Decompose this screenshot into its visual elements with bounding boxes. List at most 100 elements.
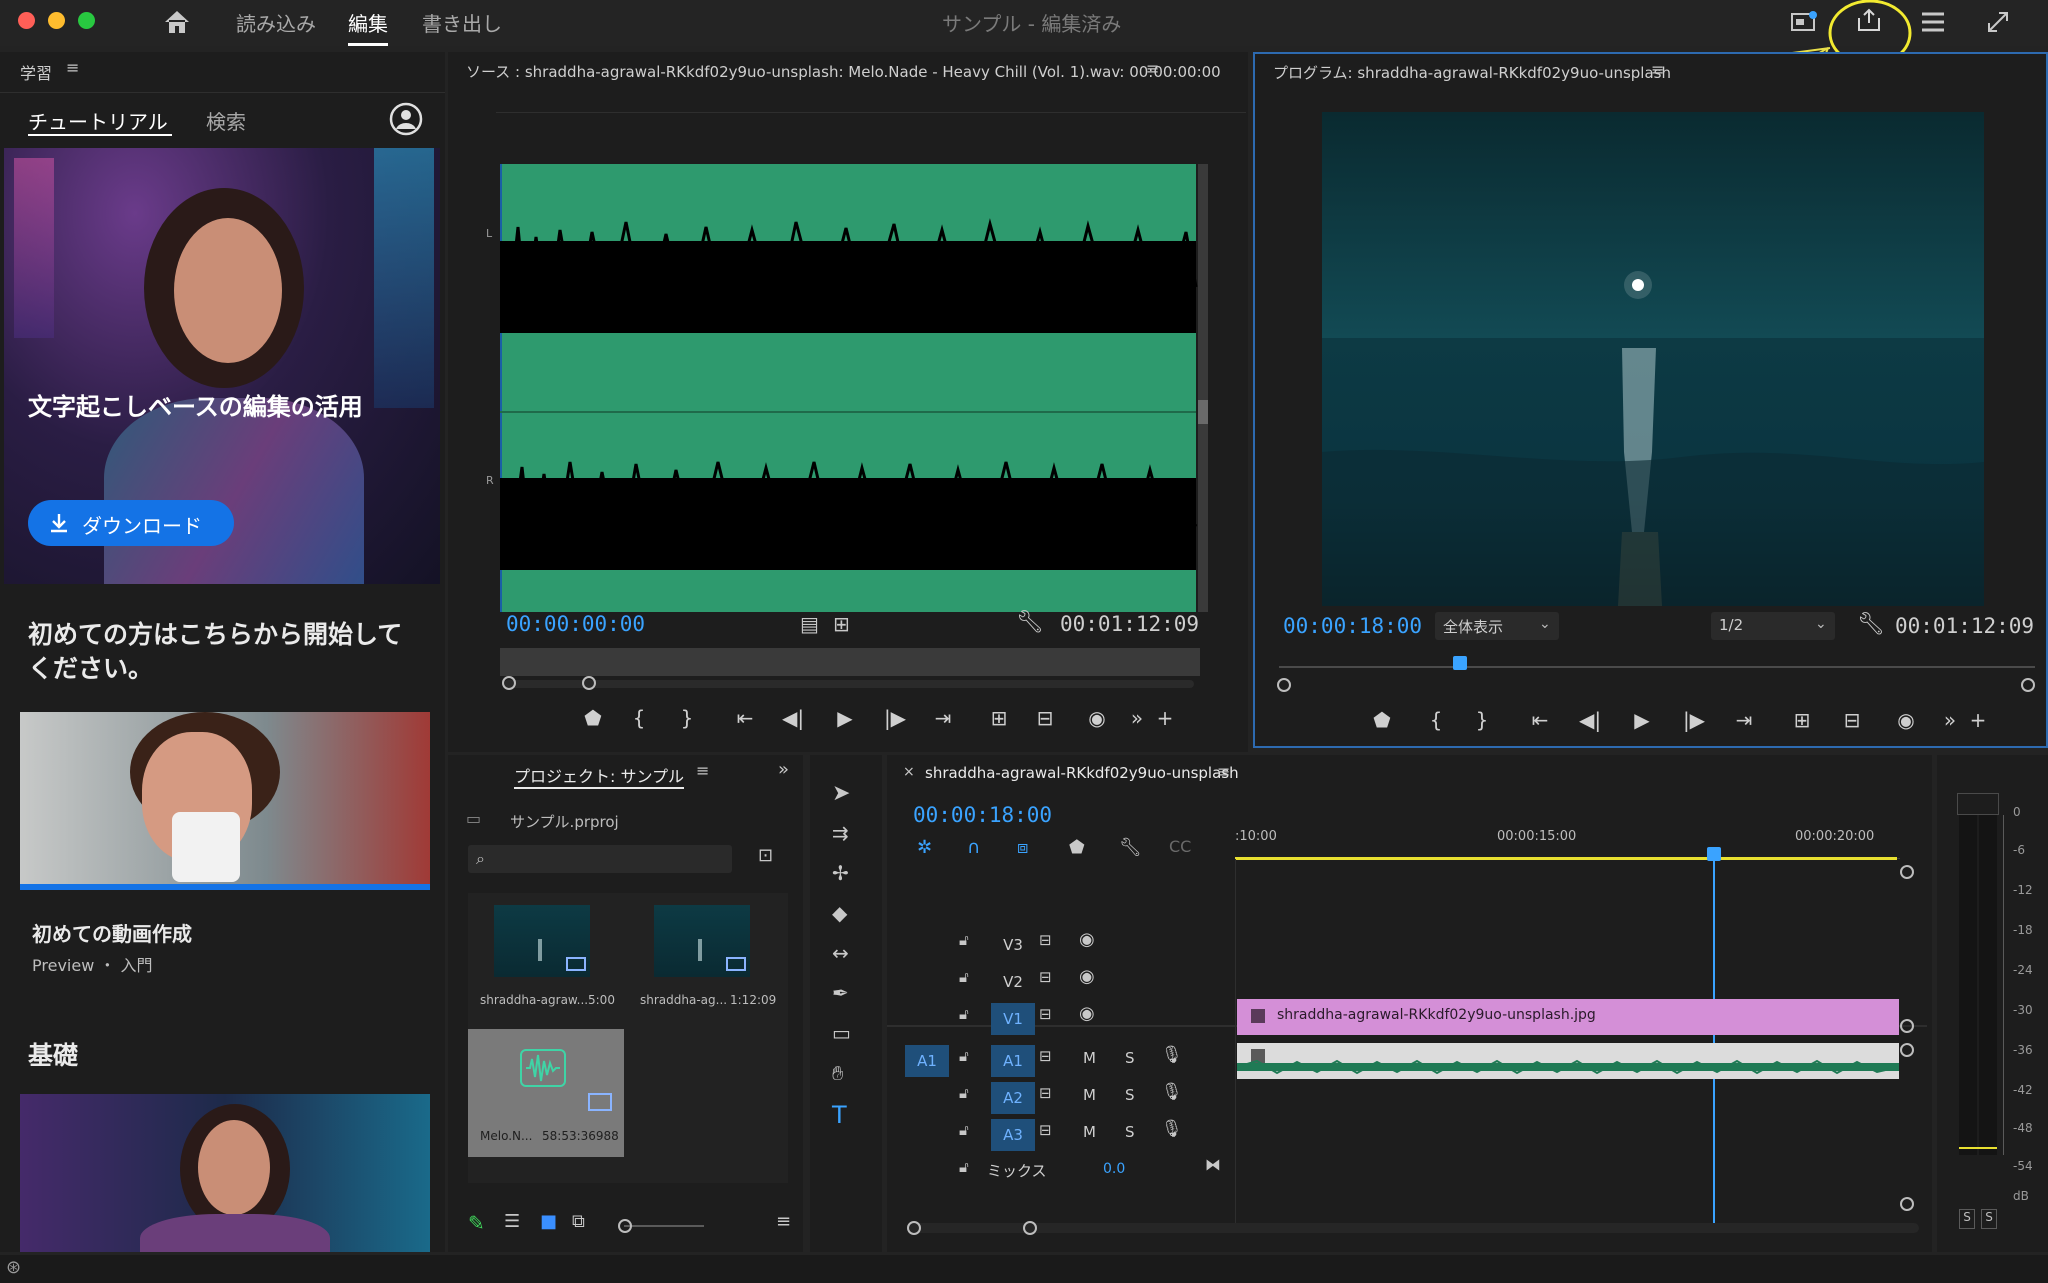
- home-icon[interactable]: [162, 9, 192, 35]
- solo-button[interactable]: S: [1125, 1086, 1135, 1104]
- more-controls-icon[interactable]: »: [1935, 708, 1965, 732]
- project-item-selected[interactable]: Melo.N... 58:53:36988: [468, 1029, 624, 1157]
- microphone-icon[interactable]: 🎙︎: [1161, 1047, 1183, 1064]
- razor-tool-icon[interactable]: ◆: [832, 903, 847, 923]
- zoom-handle-right[interactable]: [2021, 678, 2035, 692]
- pencil-icon[interactable]: ✎: [468, 1213, 485, 1233]
- rectangle-tool-icon[interactable]: ▭: [832, 1023, 851, 1043]
- basics-card-thumbnail[interactable]: [20, 1094, 430, 1252]
- program-time-ruler[interactable]: [1279, 666, 2035, 668]
- mix-value[interactable]: 0.0: [1103, 1161, 1125, 1177]
- fullscreen-icon[interactable]: [1985, 9, 2011, 35]
- zoom-slider[interactable]: [624, 1225, 704, 1227]
- track-a3-label[interactable]: A3: [991, 1119, 1035, 1151]
- video-clip[interactable]: shraddha-agrawal-RKkdf02y9uo-unsplash.jp…: [1237, 999, 1899, 1035]
- solo-button[interactable]: S: [1125, 1123, 1135, 1141]
- source-zoom-scrollbar[interactable]: [504, 680, 1194, 688]
- zoom-window-button[interactable]: [78, 12, 95, 29]
- zoom-slider-thumb[interactable]: [618, 1219, 632, 1233]
- go-to-out-button[interactable]: ⇥: [928, 706, 958, 730]
- track-v3-label[interactable]: V3: [991, 929, 1035, 961]
- lock-icon[interactable]: 🔓︎: [959, 1086, 969, 1101]
- mix-keyframe-icon[interactable]: ⧓: [1205, 1157, 1221, 1173]
- eye-icon[interactable]: ◉: [1079, 1005, 1095, 1023]
- selection-tool-icon[interactable]: ➤: [832, 783, 850, 805]
- vertical-scroll-handle[interactable]: [1900, 1043, 1914, 1057]
- track-v1-label[interactable]: V1: [991, 1003, 1035, 1035]
- panel-menu-icon[interactable]: ≡: [1651, 62, 1664, 78]
- go-to-in-button[interactable]: ⇤: [730, 706, 760, 730]
- mark-in-button[interactable]: {: [1421, 708, 1451, 732]
- sync-lock-icon[interactable]: ⊟: [1039, 1086, 1052, 1101]
- ripple-edit-tool-icon[interactable]: ✢: [832, 863, 849, 883]
- hero-video-thumbnail[interactable]: 文字起こしベースの編集の活用 ダウンロード: [4, 148, 440, 584]
- mute-button[interactable]: M: [1083, 1086, 1096, 1104]
- settings-wrench-icon[interactable]: 🔧︎: [1857, 614, 1885, 636]
- mark-out-button[interactable]: }: [672, 706, 702, 730]
- mute-button[interactable]: M: [1083, 1049, 1096, 1067]
- step-forward-button[interactable]: |▶: [1679, 708, 1709, 732]
- export-frame-icon[interactable]: ◉: [1891, 708, 1921, 732]
- program-timecode-current[interactable]: 00:00:18:00: [1283, 614, 1422, 638]
- zoom-level-select[interactable]: 全体表示 ⌄: [1435, 612, 1559, 640]
- close-window-button[interactable]: [18, 12, 35, 29]
- freeform-view-icon[interactable]: ⧉: [572, 1213, 585, 1231]
- panel-menu-icon[interactable]: ≡: [1217, 764, 1230, 780]
- add-marker-button[interactable]: ⬟: [1367, 708, 1397, 732]
- list-view-icon[interactable]: ☰: [504, 1213, 520, 1231]
- go-to-out-button[interactable]: ⇥: [1729, 708, 1759, 732]
- project-item-thumbnail[interactable]: [494, 905, 590, 977]
- vertical-scroll-handle[interactable]: [1900, 1019, 1914, 1033]
- mark-out-button[interactable]: }: [1467, 708, 1497, 732]
- sort-icon[interactable]: ≡: [776, 1213, 791, 1231]
- step-forward-button[interactable]: |▶: [880, 706, 910, 730]
- source-timecode-current[interactable]: 00:00:00:00: [506, 612, 645, 636]
- solo-right-button[interactable]: S: [1981, 1209, 1997, 1229]
- minimize-window-button[interactable]: [48, 12, 65, 29]
- project-item-thumbnail[interactable]: [654, 905, 750, 977]
- step-back-button[interactable]: ◀|: [778, 706, 808, 730]
- download-button[interactable]: ダウンロード: [28, 500, 234, 546]
- nav-edit[interactable]: 編集: [348, 8, 388, 37]
- nest-insert-icon[interactable]: ✲: [917, 839, 932, 857]
- nav-import[interactable]: 読み込み: [236, 8, 316, 37]
- zoom-handle-left[interactable]: [1277, 678, 1291, 692]
- snap-magnet-icon[interactable]: ∩: [967, 839, 980, 857]
- sync-lock-icon[interactable]: ⊟: [1039, 970, 1052, 985]
- eye-icon[interactable]: ◉: [1079, 931, 1095, 949]
- lock-icon[interactable]: 🔓︎: [959, 933, 969, 948]
- sequence-tab[interactable]: shraddha-agrawal-RKkdf02y9uo-unsplash: [925, 764, 1239, 782]
- add-marker-button[interactable]: ⬟: [578, 706, 608, 730]
- play-button[interactable]: ▶: [1627, 708, 1657, 732]
- source-time-ruler[interactable]: [500, 648, 1200, 676]
- eye-icon[interactable]: ◉: [1079, 968, 1095, 986]
- microphone-icon[interactable]: 🎙︎: [1161, 1121, 1183, 1138]
- track-v2-label[interactable]: V2: [991, 966, 1035, 998]
- microphone-icon[interactable]: 🎙︎: [1161, 1084, 1183, 1101]
- zoom-handle-right[interactable]: [1023, 1221, 1037, 1235]
- settings-wrench-icon[interactable]: 🔧︎: [1016, 612, 1044, 634]
- sync-lock-icon[interactable]: ⊟: [1039, 1123, 1052, 1138]
- vertical-scroll-handle[interactable]: [1900, 1197, 1914, 1211]
- nav-export[interactable]: 書き出し: [422, 8, 502, 37]
- timeline-timecode[interactable]: 00:00:18:00: [913, 803, 1052, 827]
- timeline-settings-icon[interactable]: 🔧︎: [1119, 839, 1142, 857]
- lock-icon[interactable]: 🔓︎: [959, 970, 969, 985]
- zoom-handle-left[interactable]: [502, 676, 516, 690]
- source-patch-a1[interactable]: A1: [905, 1045, 949, 1077]
- lock-icon[interactable]: 🔓︎: [959, 1123, 969, 1138]
- overwrite-button[interactable]: ⊟: [1030, 706, 1060, 730]
- sync-lock-icon[interactable]: ⊟: [1039, 933, 1052, 948]
- lock-icon[interactable]: 🔓︎: [959, 1160, 969, 1175]
- hand-tool-icon[interactable]: ✋︎: [832, 1063, 843, 1083]
- horizontal-scrollbar[interactable]: [909, 1223, 1919, 1233]
- new-search-bin-icon[interactable]: ⊡: [758, 847, 773, 865]
- sync-lock-icon[interactable]: ⊟: [1039, 1007, 1052, 1022]
- vertical-scroll-handle[interactable]: [1900, 865, 1914, 879]
- mute-button[interactable]: M: [1083, 1123, 1096, 1141]
- captions-icon[interactable]: CC: [1169, 839, 1191, 855]
- type-tool-icon[interactable]: T: [832, 1103, 847, 1127]
- panel-menu-icon[interactable]: ≡: [696, 763, 709, 779]
- program-playhead[interactable]: [1453, 656, 1467, 670]
- sync-lock-icon[interactable]: ⊟: [1039, 1049, 1052, 1064]
